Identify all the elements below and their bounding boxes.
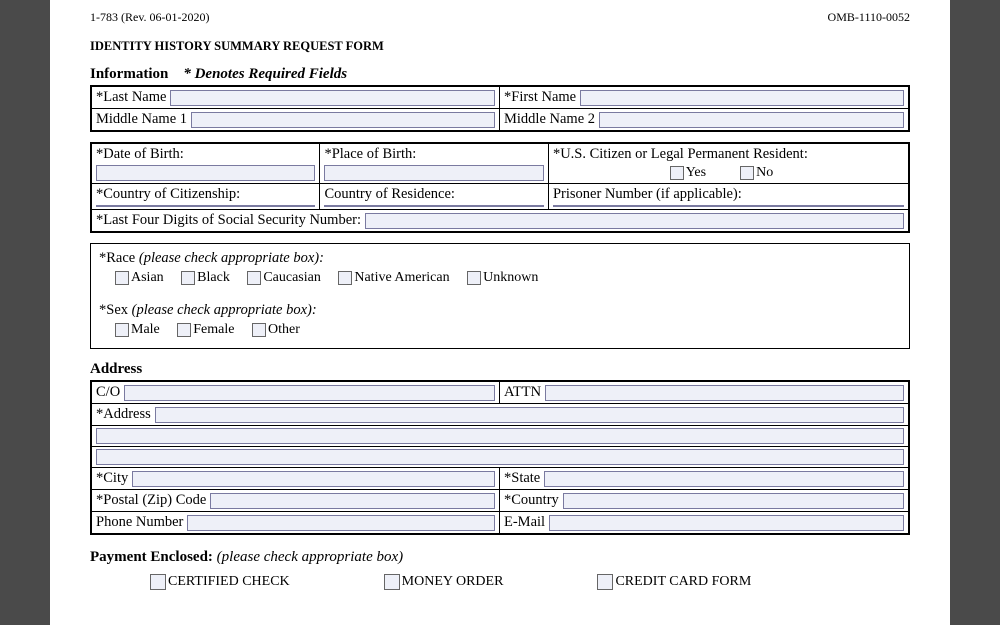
pay-certified-check[interactable]: CERTIFIED CHECK — [150, 574, 290, 590]
pay-credit-card[interactable]: CREDIT CARD FORM — [597, 574, 751, 590]
prisoner-input[interactable] — [553, 205, 904, 207]
email-label: E-Mail — [504, 514, 545, 531]
zip-label: *Postal (Zip) Code — [96, 492, 206, 509]
sex-note: (please check appropriate box): — [132, 302, 317, 318]
name-block: *Last Name *First Name Middle Name 1 — [90, 85, 910, 132]
race-asian[interactable]: Asian — [115, 270, 164, 286]
race-unknown[interactable]: Unknown — [467, 270, 538, 286]
yes-label: Yes — [686, 165, 706, 181]
address-input-2[interactable] — [96, 428, 904, 444]
city-label: *City — [96, 470, 128, 487]
form-number: 1-783 (Rev. 06-01-2020) — [90, 10, 210, 25]
country-input[interactable] — [563, 493, 904, 509]
cor-input[interactable] — [324, 205, 543, 207]
required-note: * Denotes Required Fields — [183, 66, 347, 82]
co-label: C/O — [96, 384, 120, 401]
phone-input[interactable] — [187, 515, 495, 531]
pob-input[interactable] — [324, 165, 543, 181]
country-label: *Country — [504, 492, 559, 509]
co-input[interactable] — [124, 385, 495, 401]
ssn-label: *Last Four Digits of Social Security Num… — [96, 212, 361, 229]
last-name-input[interactable] — [170, 90, 495, 106]
address-input-1[interactable] — [155, 407, 904, 423]
race-note: (please check appropriate box): — [139, 250, 324, 266]
pay-money-order[interactable]: MONEY ORDER — [384, 574, 504, 590]
coc-input[interactable] — [96, 205, 315, 207]
last-name-label: *Last Name — [96, 89, 166, 106]
page-header: 1-783 (Rev. 06-01-2020) OMB-1110-0052 — [90, 10, 910, 25]
dob-input[interactable] — [96, 165, 315, 181]
first-name-label: *First Name — [504, 89, 576, 106]
omb-number: OMB-1110-0052 — [828, 10, 910, 25]
pob-label: *Place of Birth: — [324, 146, 543, 163]
identity-block: *Date of Birth: *Place of Birth: *U.S. C… — [90, 142, 910, 233]
race-native-american[interactable]: Native American — [338, 270, 449, 286]
middle2-input[interactable] — [599, 112, 904, 128]
payment-heading: Payment Enclosed: — [90, 549, 213, 565]
ssn-input[interactable] — [365, 213, 904, 229]
zip-input[interactable] — [210, 493, 495, 509]
address-input-3[interactable] — [96, 449, 904, 465]
information-heading: Information * Denotes Required Fields — [90, 66, 910, 83]
race-black[interactable]: Black — [181, 270, 230, 286]
payment-options: CERTIFIED CHECK MONEY ORDER CREDIT CARD … — [90, 574, 910, 590]
race-sex-block: *Race (please check appropriate box): As… — [90, 243, 910, 349]
form-title: IDENTITY HISTORY SUMMARY REQUEST FORM — [90, 39, 910, 54]
cor-label: Country of Residence: — [324, 186, 543, 203]
middle1-label: Middle Name 1 — [96, 111, 187, 128]
sex-female[interactable]: Female — [177, 322, 234, 338]
address-block: C/O ATTN *Address — [90, 380, 910, 535]
payment-heading-line: Payment Enclosed: (please check appropri… — [90, 549, 910, 566]
address-label: *Address — [96, 406, 151, 423]
sex-heading: *Sex — [99, 302, 128, 318]
phone-label: Phone Number — [96, 514, 183, 531]
attn-label: ATTN — [504, 384, 541, 401]
no-label: No — [756, 165, 773, 181]
prisoner-label: Prisoner Number (if applicable): — [553, 186, 904, 203]
sex-other[interactable]: Other — [252, 322, 300, 338]
form-page: 1-783 (Rev. 06-01-2020) OMB-1110-0052 ID… — [50, 0, 950, 625]
first-name-input[interactable] — [580, 90, 904, 106]
dob-label: *Date of Birth: — [96, 146, 315, 163]
state-label: *State — [504, 470, 540, 487]
city-input[interactable] — [132, 471, 495, 487]
sex-male[interactable]: Male — [115, 322, 160, 338]
race-caucasian[interactable]: Caucasian — [247, 270, 321, 286]
address-heading: Address — [90, 361, 910, 378]
attn-input[interactable] — [545, 385, 904, 401]
email-input[interactable] — [549, 515, 904, 531]
middle1-input[interactable] — [191, 112, 495, 128]
middle2-label: Middle Name 2 — [504, 111, 595, 128]
coc-label: *Country of Citizenship: — [96, 186, 315, 203]
info-heading-text: Information — [90, 66, 168, 82]
race-heading: *Race — [99, 250, 135, 266]
citizen-no[interactable]: No — [740, 165, 773, 181]
citizen-yes[interactable]: Yes — [670, 165, 706, 181]
state-input[interactable] — [544, 471, 904, 487]
citizen-label: *U.S. Citizen or Legal Permanent Residen… — [553, 146, 904, 163]
payment-note: (please check appropriate box) — [217, 549, 403, 565]
